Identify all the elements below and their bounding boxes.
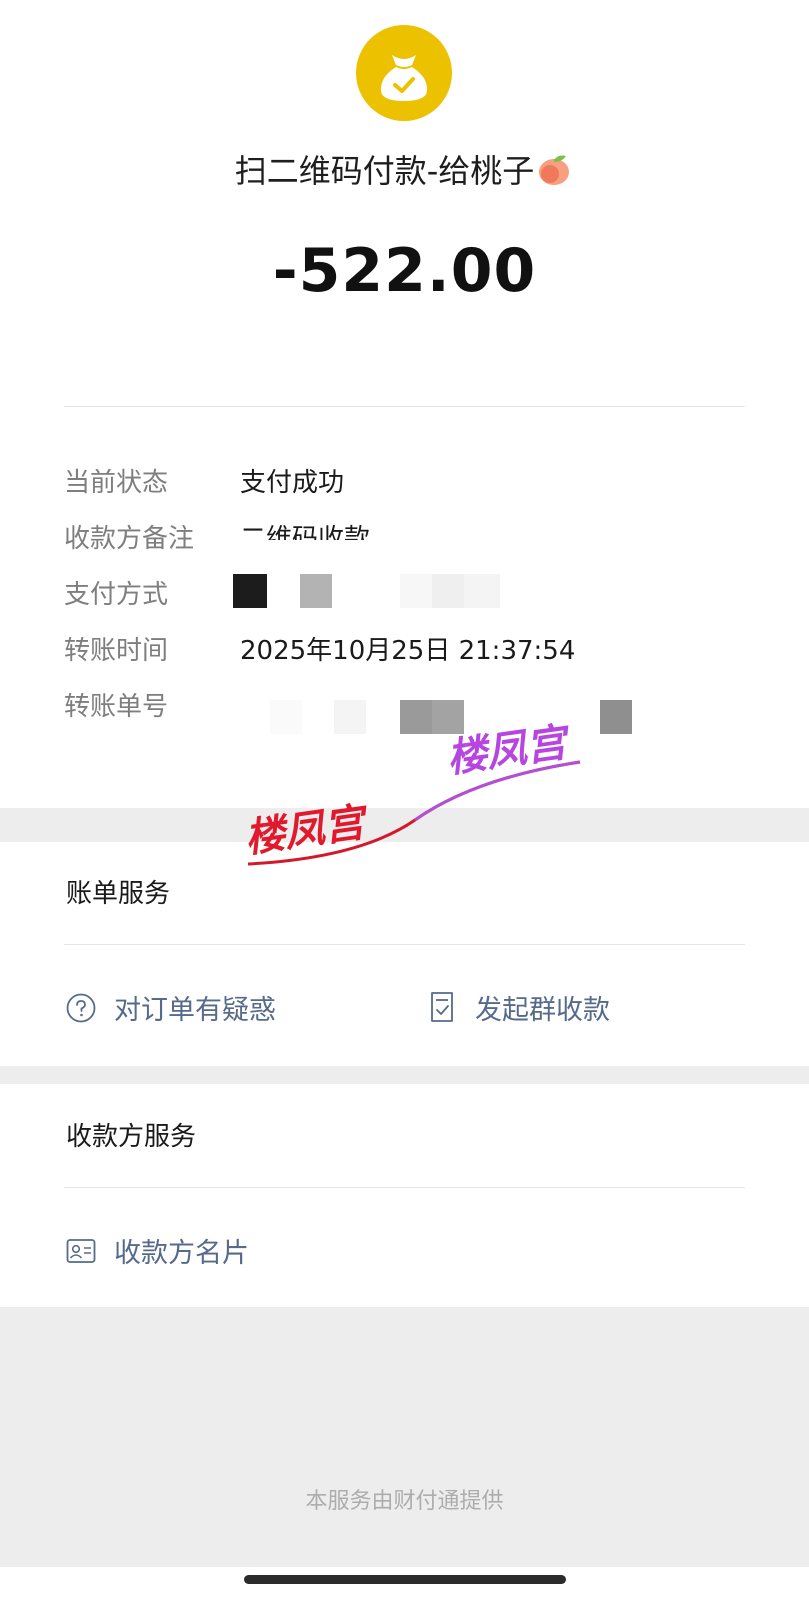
home-indicator[interactable] (244, 1575, 566, 1584)
payment-method-row: 支付方式 (64, 574, 764, 614)
divider (64, 406, 745, 407)
footer: 本服务由财付通提供 (0, 1307, 809, 1567)
question-order-link[interactable]: 对订单有疑惑 (114, 988, 276, 1027)
payment-title: 扫二维码付款-给桃子 (0, 146, 809, 192)
pixelated-mask (270, 700, 302, 734)
pixelated-mask (300, 574, 332, 608)
transfer-time-value: 2025年10月25日 21:37:54 (240, 636, 576, 666)
pixelated-mask (400, 700, 432, 734)
status-row: 当前状态 支付成功 (64, 462, 764, 502)
bill-detail-top: 扫二维码付款-给桃子 -522.00 当前状态 支付成功 收款方备注 二维码收款… (0, 0, 809, 808)
payment-amount: -522.00 (272, 236, 537, 306)
pixelated-mask (233, 574, 267, 608)
pixelated-mask (464, 574, 500, 608)
provider-text: 本服务由财付通提供 (305, 1489, 504, 1514)
status-value: 支付成功 (240, 468, 345, 498)
order-number-label: 转账单号 (64, 692, 169, 722)
receipt-check-icon[interactable] (429, 991, 455, 1027)
section-gap (0, 1066, 809, 1084)
question-circle-icon[interactable] (66, 993, 96, 1027)
transfer-time-label: 转账时间 (64, 636, 169, 666)
bill-service-title: 账单服务 (66, 879, 171, 909)
divider (64, 944, 745, 945)
money-bag-icon (356, 25, 452, 121)
pixelated-mask (400, 574, 432, 608)
payment-method-label: 支付方式 (64, 580, 169, 610)
payee-card-link[interactable]: 收款方名片 (114, 1231, 249, 1270)
transfer-time-row: 转账时间 2025年10月25日 21:37:54 (64, 630, 764, 670)
status-label: 当前状态 (64, 468, 169, 498)
payment-title-text: 扫二维码付款-给桃子 (234, 152, 535, 190)
order-number-row: 转账单号 (64, 686, 764, 734)
remark-label: 收款方备注 (64, 524, 195, 554)
remark-value: 二维码收款 (240, 524, 371, 540)
peach-icon (536, 150, 574, 188)
remark-row: 收款方备注 二维码收款 (64, 518, 764, 558)
pixelated-mask (334, 700, 366, 734)
divider (64, 1187, 745, 1188)
pixelated-mask (432, 574, 464, 608)
group-collect-link[interactable]: 发起群收款 (475, 988, 610, 1027)
pixelated-mask (600, 700, 632, 734)
payee-service-title: 收款方服务 (66, 1122, 197, 1152)
contact-card-icon[interactable] (66, 1238, 96, 1268)
